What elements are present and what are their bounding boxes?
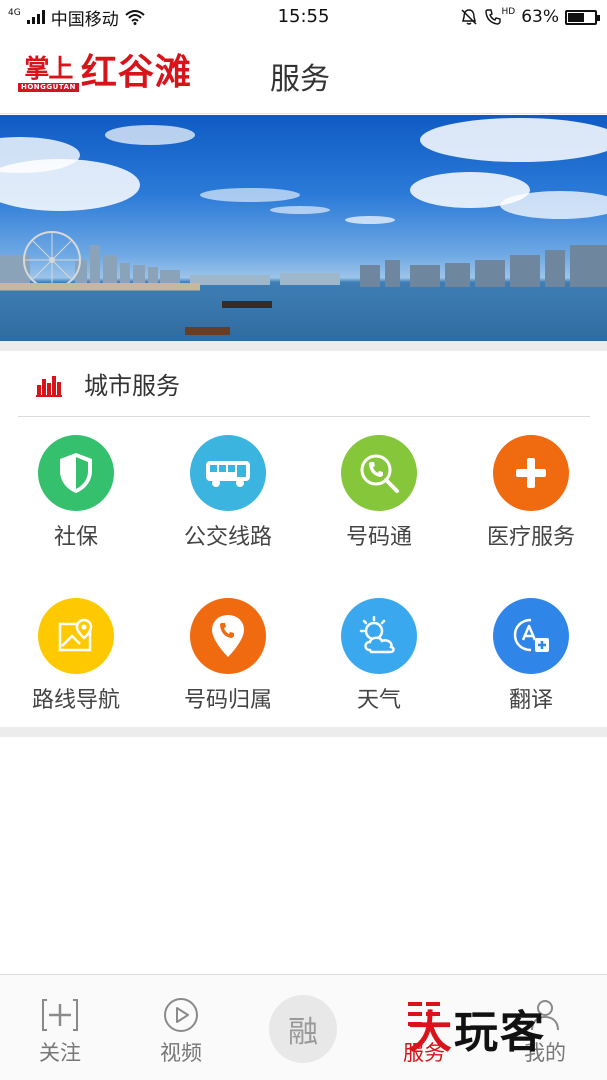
nav-label: 关注: [39, 1041, 81, 1065]
city-skyline-icon: [36, 375, 62, 397]
service-label: 号码归属: [183, 688, 272, 713]
app-header: 掌上 HONGGUTAN 红谷滩 服务: [0, 34, 607, 114]
bus-icon: [190, 435, 266, 511]
service-social-security[interactable]: 社保: [0, 435, 152, 551]
battery-percent: 63%: [521, 7, 559, 27]
city-services-header: 城市服务: [18, 351, 590, 417]
service-medical[interactable]: 医疗服务: [455, 435, 607, 551]
service-label: 公交线路: [183, 525, 272, 550]
shield-icon: [38, 435, 114, 511]
service-label: 翻译: [508, 688, 553, 713]
service-label: 路线导航: [31, 688, 120, 713]
status-bar: 4G 中国移动 15:55 HD 63%: [0, 0, 607, 34]
mute-bell-icon: [460, 9, 477, 25]
battery-icon: [565, 9, 600, 25]
page-title: 服务: [270, 62, 330, 97]
network-type-label: 4G: [8, 7, 21, 18]
status-time: 15:55: [277, 6, 330, 27]
service-grid: 社保 公交线路 号码通 医疗服务 路线导航 号码归属 天气 翻译: [0, 418, 607, 726]
app-logo: 掌上 HONGGUTAN 红谷滩: [18, 52, 192, 92]
logo-main-text: 红谷滩: [80, 51, 192, 93]
fusion-icon: 融: [288, 1015, 318, 1050]
wifi-icon: [125, 10, 145, 25]
service-label: 医疗服务: [486, 525, 575, 550]
service-weather[interactable]: 天气: [303, 598, 455, 714]
grid-bottom-divider: [0, 727, 607, 737]
signal-icon: [26, 10, 45, 24]
nav-label: 视频: [160, 1041, 202, 1065]
logo-small-block: 掌上 HONGGUTAN: [18, 55, 79, 92]
city-skyline-illustration: [0, 118, 607, 341]
phone-location-icon: [190, 598, 266, 674]
phone-search-icon: [341, 435, 417, 511]
service-label: 号码通: [345, 525, 412, 550]
hd-label: HD: [501, 7, 516, 17]
service-navigation[interactable]: 路线导航: [0, 598, 152, 714]
weather-icon: [341, 598, 417, 674]
logo-small-text: 掌上: [24, 54, 73, 83]
nav-item-follow[interactable]: 关注: [0, 975, 120, 1080]
service-bus-routes[interactable]: 公交线路: [152, 435, 304, 551]
watermark-logo: 大玩客: [408, 996, 546, 1060]
status-left: 4G 中国移动: [8, 5, 145, 30]
service-number-location[interactable]: 号码归属: [152, 598, 304, 714]
status-right: HD 63%: [460, 7, 600, 27]
map-pin-icon: [38, 598, 114, 674]
hd-call-icon: HD: [484, 7, 516, 26]
nav-item-video[interactable]: 视频: [121, 975, 241, 1080]
city-banner-image[interactable]: [0, 115, 607, 341]
service-label: 天气: [356, 688, 401, 713]
section-title: 城市服务: [84, 372, 180, 400]
fusion-button[interactable]: 融: [269, 995, 337, 1063]
service-translate[interactable]: 翻译: [455, 598, 607, 714]
section-divider: [0, 341, 607, 351]
watermark-text-b: 玩客: [454, 1007, 546, 1058]
service-number-lookup[interactable]: 号码通: [303, 435, 455, 551]
translate-icon: [493, 598, 569, 674]
logo-english-text: HONGGUTAN: [18, 83, 79, 92]
play-icon: [161, 995, 201, 1035]
add-follow-icon: [40, 995, 80, 1035]
watermark-text-a: 大: [408, 1007, 454, 1058]
carrier-label: 中国移动: [50, 9, 119, 30]
service-label: 社保: [53, 525, 98, 550]
medical-cross-icon: [493, 435, 569, 511]
